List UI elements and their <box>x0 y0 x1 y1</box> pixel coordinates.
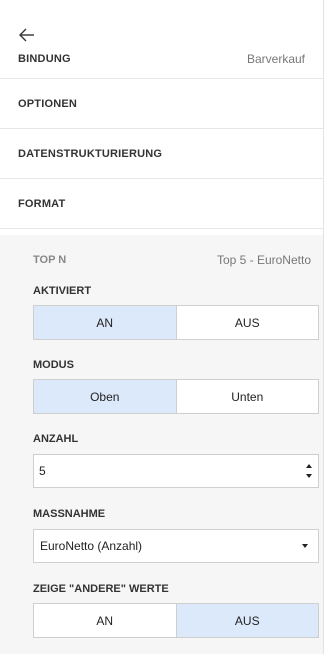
count-spinner <box>300 455 318 487</box>
show-other-label: ZEIGE "ANDERE" WERTE <box>33 583 169 595</box>
enabled-label: AKTIVIERT <box>33 285 92 297</box>
decrement-icon[interactable] <box>306 474 312 478</box>
section-options[interactable]: OPTIONEN <box>0 79 323 129</box>
binding-value: Barverkauf <box>246 52 305 66</box>
count-value: 5 <box>39 464 46 478</box>
topn-settings: TOP N Top 5 - EuroNetto AKTIVIERT AN AUS… <box>0 235 323 654</box>
binding-section: BINDUNG Barverkauf <box>0 0 323 79</box>
section-format[interactable]: FORMAT <box>0 179 323 229</box>
measure-select[interactable]: EuroNetto (Anzahl) <box>33 529 319 563</box>
topn-header[interactable]: TOP N Top 5 - EuroNetto <box>33 253 311 267</box>
show-other-on-option[interactable]: AN <box>34 604 176 637</box>
increment-icon[interactable] <box>306 464 312 468</box>
count-input[interactable]: 5 <box>33 454 319 488</box>
measure-label: MASSNAHME <box>33 508 106 520</box>
enabled-toggle: AN AUS <box>33 305 319 340</box>
format-panel: BINDUNG Barverkauf OPTIONEN DATENSTRUKTU… <box>0 0 324 654</box>
mode-bottom-option[interactable]: Unten <box>175 380 319 413</box>
show-other-off-option[interactable]: AUS <box>175 604 318 637</box>
enabled-on-option[interactable]: AN <box>34 306 176 339</box>
measure-value: EuroNetto (Anzahl) <box>40 539 143 553</box>
data-structuring-label: DATENSTRUKTURIERUNG <box>18 147 163 160</box>
mode-top-option[interactable]: Oben <box>34 380 176 413</box>
section-data-structuring[interactable]: DATENSTRUKTURIERUNG <box>0 129 323 179</box>
topn-value: Top 5 - EuroNetto <box>216 253 311 267</box>
show-other-toggle: AN AUS <box>33 603 319 638</box>
chevron-down-icon <box>302 544 308 548</box>
topn-label: TOP N <box>33 254 67 266</box>
back-button[interactable] <box>18 26 40 44</box>
mode-label: MODUS <box>33 359 74 371</box>
format-label: FORMAT <box>18 197 66 210</box>
enabled-off-option[interactable]: AUS <box>175 306 319 339</box>
count-label: ANZAHL <box>33 433 79 445</box>
arrow-left-icon <box>19 28 34 42</box>
options-label: OPTIONEN <box>18 97 78 110</box>
mode-toggle: Oben Unten <box>33 379 319 414</box>
binding-label: BINDUNG <box>18 53 71 65</box>
binding-row[interactable]: BINDUNG Barverkauf <box>18 52 305 66</box>
